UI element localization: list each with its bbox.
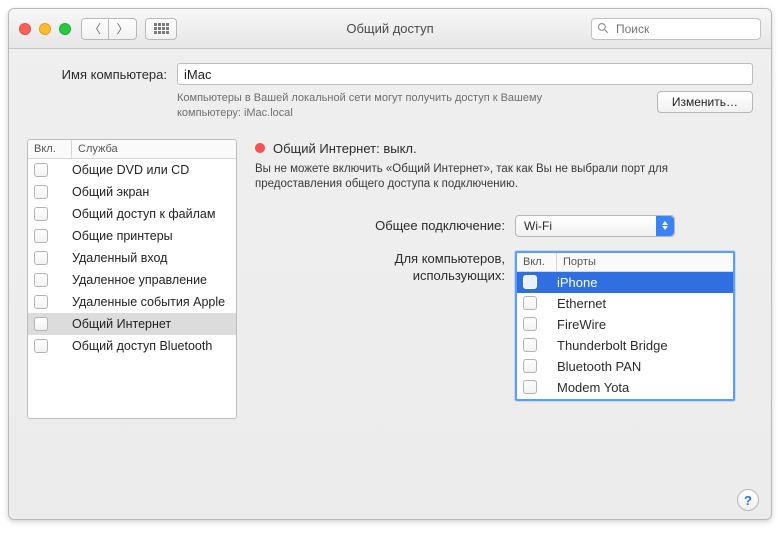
status-title: Общий Интернет: выкл. <box>273 141 417 156</box>
nav-back-forward: 〈 〉 <box>81 18 137 40</box>
computer-name-field[interactable] <box>177 63 753 85</box>
share-from-label: Общее подключение: <box>255 218 505 233</box>
ports-col-name: Порты <box>557 253 733 271</box>
service-checkbox[interactable] <box>34 229 48 243</box>
service-label: Удаленный вход <box>72 251 167 265</box>
port-label: Ethernet <box>557 296 606 311</box>
services-col-on: Вкл. <box>28 140 72 158</box>
service-row[interactable]: Удаленный вход <box>28 247 236 269</box>
port-label: Thunderbolt Bridge <box>557 338 668 353</box>
port-label: Modem Yota <box>557 380 629 395</box>
service-row[interactable]: Общий доступ к файлам <box>28 203 236 225</box>
service-row[interactable]: Общий Интернет <box>28 313 236 335</box>
service-row[interactable]: Удаленное управление <box>28 269 236 291</box>
port-row[interactable]: Thunderbolt Bridge <box>517 335 733 356</box>
share-from-row: Общее подключение: Wi-Fi <box>255 215 753 237</box>
ports-col-on: Вкл. <box>517 253 557 271</box>
service-label: Общий доступ к файлам <box>72 207 215 221</box>
port-checkbox[interactable] <box>523 275 537 289</box>
show-all-button[interactable] <box>145 18 177 40</box>
service-label: Общие принтеры <box>72 229 173 243</box>
computer-name-label: Имя компьютера: <box>27 67 167 82</box>
service-label: Удаленное управление <box>72 273 207 287</box>
close-icon[interactable] <box>19 23 31 35</box>
services-list[interactable]: Вкл. Служба Общие DVD или CD Общий экран О… <box>27 139 237 419</box>
edit-button[interactable]: Изменить… <box>657 91 753 113</box>
service-checkbox[interactable] <box>34 163 48 177</box>
service-label: Общий экран <box>72 185 149 199</box>
window-controls <box>19 23 71 35</box>
port-label: iPhone <box>557 275 597 290</box>
status-dot-icon <box>255 143 265 153</box>
services-col-name: Служба <box>72 140 236 158</box>
port-row[interactable]: Bluetooth PAN <box>517 356 733 377</box>
search-input[interactable] <box>591 18 761 40</box>
port-row[interactable]: FireWire <box>517 314 733 335</box>
ports-header: Вкл. Порты <box>517 253 733 272</box>
grid-icon <box>154 23 169 34</box>
status-message: Вы не можете включить «Общий Интернет», … <box>255 162 715 193</box>
service-label: Общий Интернет <box>72 317 171 331</box>
service-checkbox[interactable] <box>34 295 48 309</box>
back-button[interactable]: 〈 <box>81 18 109 40</box>
share-from-select[interactable]: Wi-Fi <box>515 215 675 237</box>
minimize-icon[interactable] <box>39 23 51 35</box>
service-row[interactable]: Общие принтеры <box>28 225 236 247</box>
ports-list[interactable]: Вкл. Порты iPhone Ethernet FireWire Thunder… <box>515 251 735 401</box>
ports-row: Для компьютеров, использующих: Вкл. Порт… <box>255 251 753 401</box>
service-checkbox[interactable] <box>34 273 48 287</box>
services-header: Вкл. Служба <box>28 140 236 159</box>
service-checkbox[interactable] <box>34 251 48 265</box>
port-checkbox[interactable] <box>523 317 537 331</box>
service-checkbox[interactable] <box>34 185 48 199</box>
port-checkbox[interactable] <box>523 359 537 373</box>
main-area: Вкл. Служба Общие DVD или CD Общий экран О… <box>27 139 753 459</box>
forward-button[interactable]: 〉 <box>109 18 137 40</box>
computer-name-row: Имя компьютера: <box>27 63 753 85</box>
service-checkbox[interactable] <box>34 207 48 221</box>
port-label: FireWire <box>557 317 606 332</box>
port-checkbox[interactable] <box>523 380 537 394</box>
port-checkbox[interactable] <box>523 338 537 352</box>
port-row[interactable]: iPhone <box>517 272 733 293</box>
select-arrows-icon <box>656 216 674 236</box>
chevron-right-icon: 〉 <box>116 20 128 37</box>
port-label: Bluetooth PAN <box>557 359 641 374</box>
service-checkbox[interactable] <box>34 339 48 353</box>
service-row[interactable]: Общий доступ Bluetooth <box>28 335 236 357</box>
status-line: Общий Интернет: выкл. <box>255 141 753 156</box>
service-label: Общие DVD или CD <box>72 163 189 177</box>
titlebar: 〈 〉 Общий доступ <box>9 9 771 49</box>
computer-name-hint: Компьютеры в Вашей локальной сети могут … <box>177 91 597 121</box>
preferences-window: 〈 〉 Общий доступ Имя компьютера: Компьют… <box>8 8 772 520</box>
ports-label: Для компьютеров, использующих: <box>255 251 505 285</box>
service-row[interactable]: Удаленные события Apple <box>28 291 236 313</box>
service-row[interactable]: Общий экран <box>28 181 236 203</box>
share-from-value: Wi-Fi <box>524 219 552 233</box>
help-button[interactable]: ? <box>737 489 759 511</box>
chevron-left-icon: 〈 <box>89 20 101 37</box>
service-label: Удаленные события Apple <box>72 295 225 309</box>
service-label: Общий доступ Bluetooth <box>72 339 212 353</box>
port-checkbox[interactable] <box>523 296 537 310</box>
port-row[interactable]: Ethernet <box>517 293 733 314</box>
port-row[interactable]: Modem Yota <box>517 377 733 398</box>
detail-pane: Общий Интернет: выкл. Вы не можете включ… <box>255 139 753 459</box>
service-checkbox[interactable] <box>34 317 48 331</box>
content-area: Имя компьютера: Компьютеры в Вашей локал… <box>9 49 771 519</box>
search-wrap <box>591 18 761 40</box>
search-icon <box>597 22 609 37</box>
computer-name-subrow: Компьютеры в Вашей локальной сети могут … <box>27 91 753 121</box>
service-row[interactable]: Общие DVD или CD <box>28 159 236 181</box>
zoom-icon[interactable] <box>59 23 71 35</box>
